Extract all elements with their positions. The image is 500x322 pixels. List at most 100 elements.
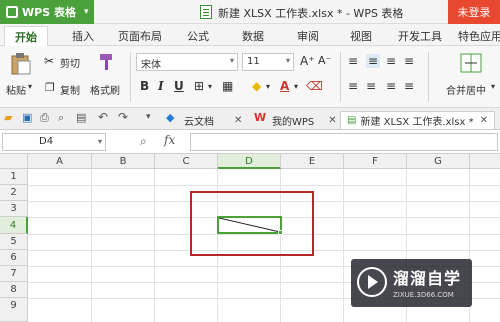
merge-center-icon[interactable] [460,52,482,74]
row-header-9[interactable]: 9 [0,298,28,322]
close-icon[interactable]: ✕ [480,115,488,126]
row-header-3[interactable]: 3 [0,201,28,217]
row-header-4[interactable]: 4 [0,217,28,234]
tab-my-wps[interactable]: 我的WPS ✕ [272,111,337,129]
tab-cloud-docs[interactable]: 云文档 ✕ [184,111,242,129]
copy-icon[interactable]: ❐ [45,81,55,94]
chevron-down-icon: ▾ [285,56,290,65]
login-button[interactable]: 未登录 [448,0,500,24]
increase-font-icon[interactable]: A⁺ [300,54,315,68]
format-painter-icon[interactable] [96,52,116,72]
paste-icon[interactable] [10,52,32,76]
scissors-icon[interactable]: ✂ [44,54,54,68]
chevron-down-icon[interactable]: ▾ [266,82,270,91]
font-size-select[interactable]: 11 ▾ [242,53,294,71]
wrap-text-icon[interactable]: ≡ [404,54,414,68]
name-box-value: D4 [39,136,54,147]
insert-function-button[interactable]: fx [164,133,175,147]
column-header-g[interactable]: G [407,154,470,169]
formula-input[interactable] [190,133,498,151]
tab-data[interactable]: 数据 [242,28,264,44]
column-header-c[interactable]: C [155,154,218,169]
align-bottom-icon[interactable]: ≡ [386,54,396,68]
cut-button[interactable]: 剪切 [60,55,80,70]
chevron-down-icon[interactable]: ▾ [146,112,158,124]
watermark-title: 溜溜自学 [393,269,462,288]
justify-icon[interactable]: ≡ [404,79,414,93]
tab-formulas[interactable]: 公式 [187,28,209,44]
select-all-corner[interactable] [0,154,28,169]
column-header-f[interactable]: F [344,154,407,169]
column-header-overflow [470,154,500,169]
bold-icon[interactable]: B [140,79,149,93]
italic-icon[interactable]: I [158,79,164,93]
underline-icon[interactable]: U [174,79,184,93]
font-family-select[interactable]: 宋体 ▾ [136,53,238,71]
tab-view[interactable]: 视图 [350,28,372,44]
row-header-5[interactable]: 5 [0,234,28,250]
tab-label: 我的WPS [272,116,315,128]
formula-bar: D4 ▾ ⌕ fx [0,130,500,154]
column-header-e[interactable]: E [281,154,344,169]
align-right-icon[interactable]: ≡ [386,79,396,93]
paste-button[interactable]: 粘贴 [6,82,26,97]
grid-line [343,169,344,322]
print-icon[interactable]: ⎙ [40,111,52,124]
chevron-down-icon[interactable]: ▾ [491,82,495,91]
grid-line [154,169,155,322]
grid-line [91,169,92,322]
align-middle-icon[interactable]: ≡ [366,54,381,68]
spreadsheet-doc-icon [200,5,212,19]
chevron-down-icon[interactable]: ▾ [28,82,32,91]
merge-cells-icon[interactable]: ▦ [222,79,233,93]
align-center-icon[interactable]: ≡ [366,79,376,93]
font-color-icon[interactable]: A [280,79,289,93]
row-header-2[interactable]: 2 [0,185,28,201]
app-menu-button[interactable]: WPS 表格 ▾ [0,0,94,24]
annotation-highlight-box [190,191,314,256]
font-family-value: 宋体 [141,60,161,71]
format-painter-button[interactable]: 格式刷 [90,82,120,97]
row-header-8[interactable]: 8 [0,282,28,298]
copy-button[interactable]: 复制 [60,82,80,97]
wps-brand-icon: W [254,111,267,124]
column-header-b[interactable]: B [92,154,155,169]
name-box[interactable]: D4 ▾ [2,133,106,151]
row-header-1[interactable]: 1 [0,169,28,185]
align-left-icon[interactable]: ≡ [348,79,358,93]
divider [130,52,131,102]
cloud-docs-icon: ◆ [166,111,175,124]
clear-format-icon[interactable]: ⌫ [306,79,323,93]
borders-icon[interactable]: ⊞ [194,79,204,93]
tab-home[interactable]: 开始 [4,26,48,47]
app-name: WPS 表格 [22,6,76,19]
wps-logo-icon [6,6,18,18]
folder-icon[interactable]: ▰ [4,111,16,124]
align-top-icon[interactable]: ≡ [348,54,358,68]
tab-page-layout[interactable]: 页面布局 [118,28,162,44]
redo-icon[interactable]: ↷ [118,110,130,124]
tab-insert[interactable]: 插入 [72,28,94,44]
tab-developer[interactable]: 开发工具 [398,28,442,44]
chevron-down-icon[interactable]: ▾ [294,82,298,91]
column-header-a[interactable]: A [28,154,92,169]
tab-special-apps[interactable]: 特色应用 [458,28,500,44]
decrease-font-icon[interactable]: A⁻ [318,54,331,67]
row-header-6[interactable]: 6 [0,250,28,266]
column-header-d[interactable]: D [218,154,281,169]
fill-color-icon[interactable]: ◆ [252,79,261,93]
print-preview-icon[interactable]: ⌕ [58,111,70,124]
merge-center-button[interactable]: 合并居中 [446,82,486,97]
save-icon[interactable]: ▣ [22,111,34,124]
tab-review[interactable]: 审阅 [297,28,319,44]
zoom-lookup-icon[interactable]: ⌕ [140,134,147,149]
undo-icon[interactable]: ↶ [98,110,110,124]
close-icon[interactable]: ✕ [328,115,336,126]
row-header-7[interactable]: 7 [0,266,28,282]
title-bar: WPS 表格 ▾ 新建 XLSX 工作表.xlsx * - WPS 表格 未登录 [0,0,500,24]
tab-label: 云文档 [184,116,214,128]
close-icon[interactable]: ✕ [234,115,242,126]
tab-active-workbook[interactable]: ▤ 新建 XLSX 工作表.xlsx * ✕ [340,111,496,129]
chevron-down-icon[interactable]: ▾ [208,82,212,91]
export-pdf-icon[interactable]: ▤ [76,111,88,124]
